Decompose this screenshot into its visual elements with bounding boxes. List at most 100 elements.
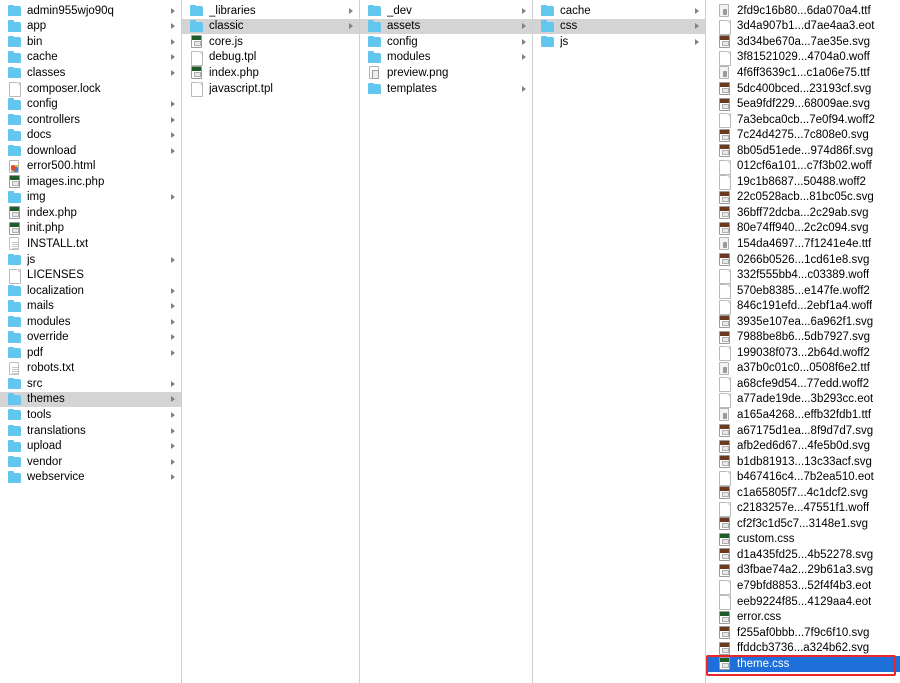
list-item[interactable]: 570eb8385...e147fe.woff2 [706,283,900,300]
list-item[interactable]: 4f6ff3639c1...c1a06e75.ttf [706,65,900,81]
list-item[interactable]: 7a3ebca0cb...7e0f94.woff2 [706,112,900,129]
list-item[interactable]: preview.png [360,65,532,81]
list-item[interactable]: translations [0,423,181,439]
list-item[interactable]: cache [0,50,181,66]
list-item[interactable]: custom.css [706,532,900,548]
list-item[interactable]: src [0,376,181,392]
list-item-label: 7988be8b6...5db7927.svg [737,331,871,344]
list-item[interactable]: 3f81521029...4704a0.woff [706,50,900,66]
list-item[interactable]: 8b05d51ede...974d86f.svg [706,143,900,159]
list-item[interactable]: 3935e107ea...6a962f1.svg [706,314,900,330]
list-item[interactable]: mails [0,298,181,314]
list-item[interactable]: f255af0bbb...7f9c6f10.svg [706,625,900,641]
list-item[interactable]: 19c1b8687...50488.woff2 [706,174,900,191]
list-item[interactable]: 2fd9c16b80...6da070a4.ttf [706,3,900,19]
list-item[interactable]: b1db81913...13c33acf.svg [706,454,900,470]
list-item[interactable]: localization [0,283,181,299]
list-item[interactable]: 7c24d4275...7c808e0.svg [706,127,900,143]
list-item[interactable]: a68cfe9d54...77edd.woff2 [706,376,900,393]
list-item[interactable]: d1a435fd25...4b52278.svg [706,547,900,563]
list-item[interactable]: index.php [0,205,181,221]
list-item[interactable]: debug.tpl [182,50,359,66]
list-item[interactable]: 36bff72dcba...2c29ab.svg [706,205,900,221]
finder-column-root[interactable]: admin955wjo90q app bin cache classes composer… [0,0,182,683]
list-item[interactable]: c2183257e...47551f1.woff [706,501,900,517]
list-item[interactable]: 012cf6a101...c7f3b02.woff [706,158,900,175]
list-item[interactable]: 846c191efd...2ebf1a4.woff [706,298,900,315]
document-icon [718,283,731,300]
list-item[interactable]: docs [0,127,181,143]
finder-column-css[interactable]: 2fd9c16b80...6da070a4.ttf 3d4a907b1...d7a… [706,0,900,683]
list-item[interactable]: classes [0,65,181,81]
list-item[interactable]: ffddcb3736...a324b62.svg [706,640,900,656]
list-item[interactable]: upload [0,438,181,454]
list-item[interactable]: controllers [0,112,181,128]
list-item[interactable]: 3d4a907b1...d7ae4aa3.eot [706,19,900,35]
list-item[interactable]: bin [0,34,181,50]
list-item[interactable]: theme.css [706,655,900,672]
list-item[interactable]: cache [533,3,705,19]
list-item[interactable]: js [0,252,181,268]
list-item[interactable]: _libraries [182,3,359,19]
list-item[interactable]: a67175d1ea...8f9d7d7.svg [706,423,900,439]
font-file-icon [718,236,731,251]
list-item[interactable]: assets [360,18,532,35]
list-item[interactable]: _dev [360,3,532,19]
list-item[interactable]: img [0,190,181,206]
list-item[interactable]: composer.lock [0,81,181,97]
list-item[interactable]: override [0,329,181,345]
list-item[interactable]: tools [0,407,181,423]
list-item[interactable]: d3fbae74a2...29b61a3.svg [706,563,900,579]
list-item[interactable]: init.php [0,221,181,237]
list-item[interactable]: 0266b0526...1cd61e8.svg [706,252,900,268]
list-item[interactable]: a165a4268...effb32fdb1.ttf [706,407,900,423]
list-item[interactable]: admin955wjo90q [0,3,181,19]
chevron-right-icon [171,132,175,139]
list-item[interactable]: 5dc400bced...23193cf.svg [706,81,900,97]
list-item[interactable]: index.php [182,65,359,81]
list-item[interactable]: core.js [182,34,359,50]
list-item[interactable]: app [0,19,181,35]
list-item[interactable]: config [360,34,532,50]
list-item[interactable]: config [0,96,181,112]
list-item[interactable]: error.css [706,609,900,625]
list-item[interactable]: 5ea9fdf229...68009ae.svg [706,96,900,112]
list-item[interactable]: classic [182,18,359,35]
list-item[interactable]: 22c0528acb...81bc05c.svg [706,190,900,206]
list-item[interactable]: 80e74ff940...2c2c094.svg [706,221,900,237]
list-item[interactable]: eeb9224f85...4129aa4.eot [706,594,900,611]
list-item[interactable]: 199038f073...2b64d.woff2 [706,345,900,362]
list-item[interactable]: 154da4697...7f1241e4e.ttf [706,236,900,252]
list-item[interactable]: c1a65805f7...4c1dcf2.svg [706,485,900,501]
finder-column-themes[interactable]: _libraries classic core.js debug.tpl index.p… [182,0,360,683]
list-item[interactable]: afb2ed6d67...4fe5b0d.svg [706,438,900,454]
list-item[interactable]: modules [360,50,532,66]
list-item[interactable]: webservice [0,469,181,485]
finder-column-assets[interactable]: cache css js [533,0,706,683]
list-item[interactable]: 332f555bb4...c03389.woff [706,267,900,284]
list-item[interactable]: cf2f3c1d5c7...3148e1.svg [706,516,900,532]
list-item[interactable]: css [533,18,705,35]
list-item[interactable]: pdf [0,345,181,361]
list-item[interactable]: 3d34be670a...7ae35e.svg [706,34,900,50]
list-item[interactable]: javascript.tpl [182,81,359,97]
image-file-icon [368,65,381,80]
list-item[interactable]: a77ade19de...3b293cc.eot [706,392,900,408]
list-item[interactable]: templates [360,81,532,97]
list-item[interactable]: e79bfd8853...52f4f4b3.eot [706,578,900,595]
list-item[interactable]: download [0,143,181,159]
list-item[interactable]: LICENSES [0,267,181,284]
list-item[interactable]: error500.html [0,158,181,174]
list-item[interactable]: 7988be8b6...5db7927.svg [706,329,900,345]
list-item[interactable]: b467416c4...7b2ea510.eot [706,469,900,486]
list-item[interactable]: js [533,34,705,50]
finder-column-classic[interactable]: _dev assets config modules preview.png templa… [360,0,533,683]
list-item[interactable]: INSTALL.txt [0,236,181,252]
list-item[interactable]: vendor [0,454,181,470]
list-item[interactable]: robots.txt [0,361,181,377]
list-item[interactable]: themes [0,391,181,408]
list-item[interactable]: modules [0,314,181,330]
html-file-icon [8,159,21,174]
list-item[interactable]: a37b0c01c0...0508f6e2.ttf [706,361,900,377]
list-item[interactable]: images.inc.php [0,174,181,190]
